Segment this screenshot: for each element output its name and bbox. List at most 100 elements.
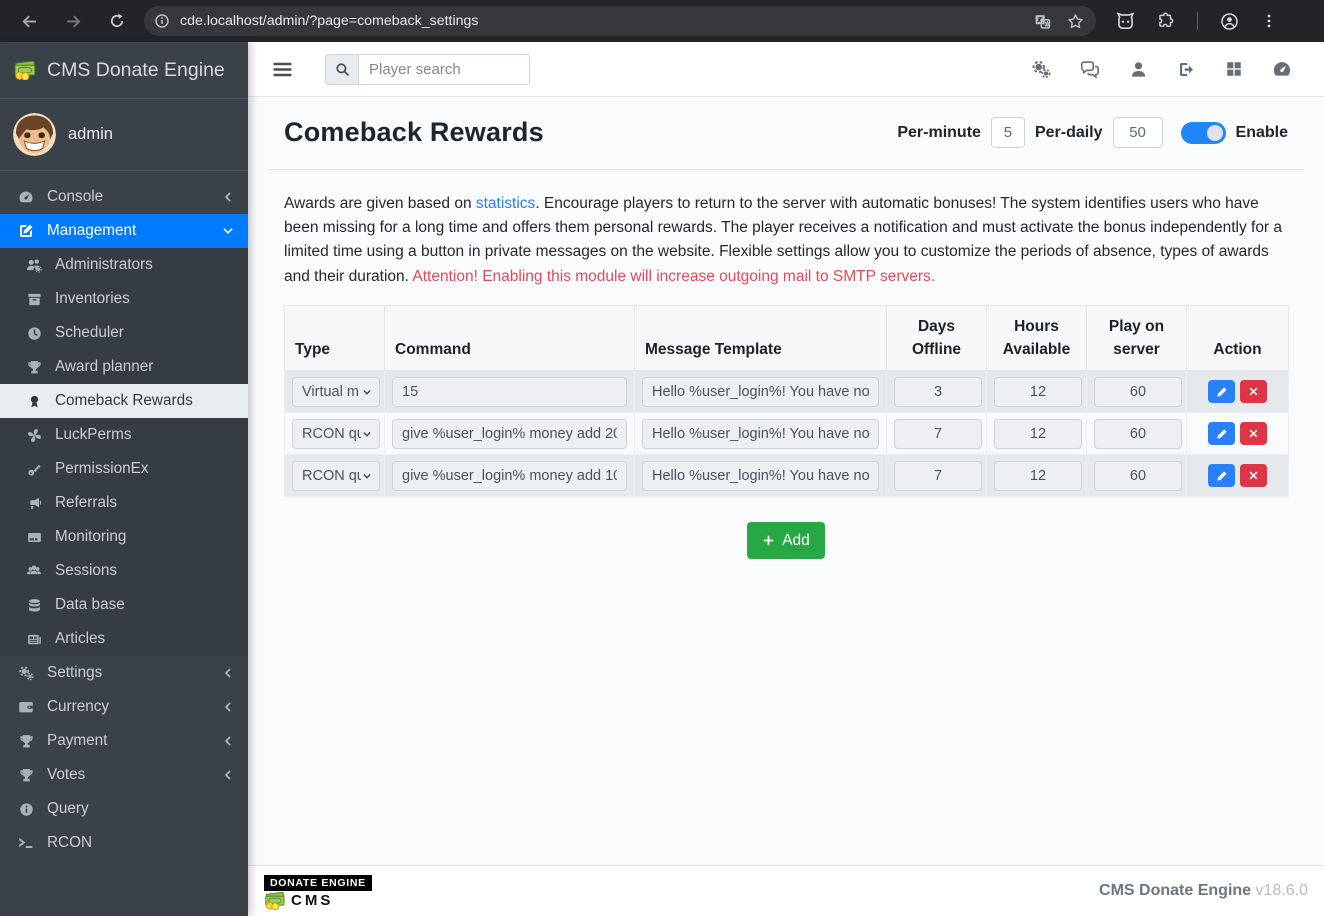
chevron-down-icon: [361, 470, 373, 482]
url-bar[interactable]: cde.localhost/admin/?page=comeback_setti…: [144, 6, 1096, 36]
sidebar-item-votes[interactable]: Votes: [0, 758, 248, 792]
days-offline-input[interactable]: [894, 377, 982, 407]
modules-grid-icon[interactable]: [1225, 60, 1243, 78]
sidebar-toggle-icon[interactable]: [272, 59, 293, 80]
sidebar-item-scheduler[interactable]: Scheduler: [0, 316, 248, 350]
translate-icon[interactable]: [1034, 13, 1051, 30]
user-panel[interactable]: admin: [0, 99, 248, 171]
sidebar-item-luckperms[interactable]: LuckPerms: [0, 418, 248, 452]
browser-reload-button[interactable]: [102, 6, 132, 36]
sidebar-item-query[interactable]: Query: [0, 792, 248, 826]
key-icon: [24, 462, 44, 477]
sidebar-item-articles[interactable]: Articles: [0, 622, 248, 656]
profile-icon[interactable]: [1129, 60, 1148, 79]
delete-button[interactable]: [1240, 464, 1267, 487]
browser-forward-button[interactable]: [58, 6, 88, 36]
site-info-icon[interactable]: [154, 13, 170, 29]
settings-gears-icon[interactable]: [1031, 59, 1051, 79]
comments-icon[interactable]: [1080, 59, 1100, 79]
newspaper-icon: [24, 632, 44, 647]
dashboard-gauge-icon[interactable]: [1272, 59, 1292, 79]
message-template-input[interactable]: [642, 377, 879, 407]
brand-title: CMS Donate Engine: [47, 59, 225, 82]
footer-cms-label: CMS: [291, 892, 333, 909]
hours-available-input[interactable]: [994, 419, 1082, 449]
trophy-icon: [16, 768, 36, 783]
box-icon: [24, 292, 44, 307]
footer-logo[interactable]: DONATE ENGINE CMS: [264, 873, 372, 910]
terminal-icon: [16, 835, 36, 851]
command-input[interactable]: [392, 461, 627, 491]
chevron-down-icon: [361, 428, 373, 440]
enable-toggle[interactable]: [1181, 122, 1226, 144]
browser-back-button[interactable]: [14, 6, 44, 36]
hours-available-input[interactable]: [994, 377, 1082, 407]
wallet-icon: [16, 699, 36, 715]
command-input[interactable]: [392, 377, 627, 407]
sidebar-item-database[interactable]: Data base: [0, 588, 248, 622]
days-offline-input[interactable]: [894, 419, 982, 449]
hours-available-input[interactable]: [994, 461, 1082, 491]
browser-profile-icon[interactable]: [1220, 12, 1239, 31]
sidebar-item-settings[interactable]: Settings: [0, 656, 248, 690]
users-cog-icon: [24, 257, 44, 273]
sidebar-item-payment[interactable]: Payment: [0, 724, 248, 758]
play-on-server-input[interactable]: [1094, 461, 1182, 491]
sidebar-item-currency[interactable]: Currency: [0, 690, 248, 724]
search-icon[interactable]: [325, 54, 358, 85]
type-select[interactable]: RCON qu: [292, 419, 380, 449]
topbar: [248, 42, 1324, 97]
user-name: admin: [68, 125, 113, 144]
col-days-offline: Days Offline: [887, 305, 987, 371]
sidebar-item-rcon[interactable]: RCON: [0, 826, 248, 860]
statistics-link[interactable]: statistics: [476, 195, 535, 212]
browser-extension-icon[interactable]: [1116, 12, 1135, 31]
sidebar-item-administrators[interactable]: Administrators: [0, 248, 248, 282]
clock-icon: [24, 326, 44, 341]
content: Comeback Rewards Per-minute Per-daily En…: [248, 97, 1324, 865]
extensions-puzzle-icon[interactable]: [1157, 12, 1175, 30]
sidebar-item-management[interactable]: Management: [0, 214, 248, 248]
days-offline-input[interactable]: [894, 461, 982, 491]
chevron-left-icon: [222, 701, 234, 713]
url-text[interactable]: cde.localhost/admin/?page=comeback_setti…: [180, 13, 1034, 29]
fan-icon: [24, 428, 44, 443]
delete-button[interactable]: [1240, 422, 1267, 445]
add-button[interactable]: Add: [747, 522, 825, 559]
message-template-input[interactable]: [642, 419, 879, 449]
edit-button[interactable]: [1208, 422, 1235, 445]
browser-menu-icon[interactable]: [1261, 13, 1277, 29]
trophy-icon: [16, 734, 36, 749]
play-on-server-input[interactable]: [1094, 377, 1182, 407]
sidebar-item-referrals[interactable]: Referrals: [0, 486, 248, 520]
footer: DONATE ENGINE CMS CMS Donate Engine v18.…: [248, 865, 1324, 916]
management-submenu: Administrators Inventories Scheduler Awa…: [0, 248, 248, 656]
sidebar-item-console[interactable]: Console: [0, 180, 248, 214]
type-select[interactable]: RCON qu: [292, 461, 380, 491]
sidebar-item-permissionex[interactable]: PermissionEx: [0, 452, 248, 486]
delete-button[interactable]: [1240, 380, 1267, 403]
chevron-left-icon: [222, 191, 234, 203]
edit-button[interactable]: [1208, 380, 1235, 403]
edit-icon: [16, 223, 36, 239]
sidebar-item-comeback-rewards[interactable]: Comeback Rewards: [0, 384, 248, 418]
sidebar-item-award-planner[interactable]: Award planner: [0, 350, 248, 384]
sidebar-item-monitoring[interactable]: Monitoring: [0, 520, 248, 554]
divider: [268, 169, 1304, 170]
logout-icon[interactable]: [1177, 60, 1196, 79]
chevron-down-icon: [222, 225, 234, 237]
sidebar: CMS Donate Engine admin Console Manageme…: [0, 42, 248, 916]
command-input[interactable]: [392, 419, 627, 449]
bookmark-star-icon[interactable]: [1067, 13, 1084, 30]
type-select[interactable]: Virtual m: [292, 377, 380, 407]
per-daily-input[interactable]: [1113, 117, 1163, 148]
play-on-server-input[interactable]: [1094, 419, 1182, 449]
sidebar-item-inventories[interactable]: Inventories: [0, 282, 248, 316]
brand[interactable]: CMS Donate Engine: [0, 42, 248, 99]
edit-button[interactable]: [1208, 464, 1235, 487]
col-type: Type: [285, 305, 385, 371]
per-minute-input[interactable]: [991, 117, 1025, 148]
sidebar-item-sessions[interactable]: Sessions: [0, 554, 248, 588]
message-template-input[interactable]: [642, 461, 879, 491]
search-input[interactable]: [358, 54, 530, 85]
